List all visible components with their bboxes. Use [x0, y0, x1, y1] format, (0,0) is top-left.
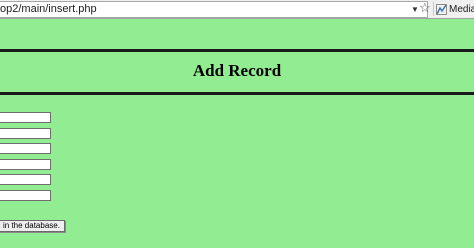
form-field-4[interactable]	[0, 159, 51, 170]
form-field-6[interactable]	[0, 190, 51, 201]
media-label: Media	[449, 4, 474, 15]
page-title: Add Record	[192, 61, 282, 80]
media-icon	[436, 4, 447, 15]
form-field-5[interactable]	[0, 174, 51, 185]
form-field-2[interactable]	[0, 128, 51, 139]
star-icon[interactable]: ☆	[419, 1, 431, 15]
address-bar[interactable]: op2/main/insert.php ▼	[0, 1, 428, 18]
submit-button[interactable]: in the database.	[0, 220, 65, 232]
media-button[interactable]: Media	[436, 2, 474, 17]
form-field-1[interactable]	[0, 112, 51, 123]
address-bar-url[interactable]: op2/main/insert.php	[0, 3, 97, 16]
toolbar-divider	[433, 2, 434, 16]
chevron-down-icon[interactable]: ▼	[411, 4, 419, 16]
form-field-3[interactable]	[0, 143, 51, 154]
browser-toolbar: op2/main/insert.php ▼ ☆ Media	[0, 0, 474, 19]
